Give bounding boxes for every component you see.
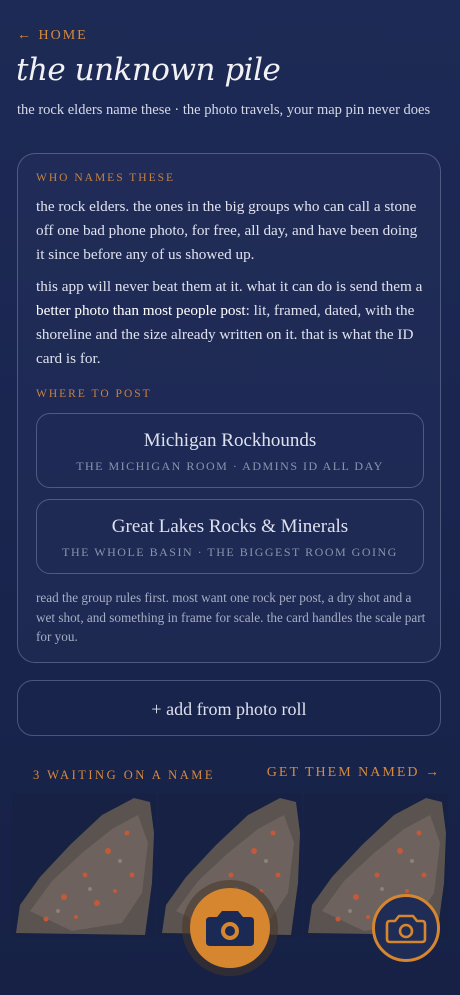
camera-capture-button[interactable] xyxy=(182,880,278,976)
group-name: Great Lakes Rocks & Minerals xyxy=(111,516,349,537)
page-subtitle: the rock elders name these · the photo t… xyxy=(17,102,431,118)
group-link-great-lakes-rocks[interactable]: Great Lakes Rocks & Minerals THE WHOLE B… xyxy=(36,499,424,574)
rock-photo-thumbnail[interactable] xyxy=(12,793,156,938)
who-names-paragraph: the rock elders. the ones in the big gro… xyxy=(36,198,418,263)
back-home-link[interactable]: ← HOME xyxy=(17,28,88,44)
who-names-kicker: WHO NAMES THESE xyxy=(36,172,176,184)
where-to-post-kicker: WHERE TO POST xyxy=(36,388,152,400)
group-link-michigan-rockhounds[interactable]: Michigan Rockhounds THE MICHIGAN ROOM · … xyxy=(36,413,424,488)
page-title: the unknown pile xyxy=(16,52,281,88)
info-card: WHO NAMES THESE the rock elders. the one… xyxy=(17,153,441,663)
camera-capture-button-face xyxy=(190,888,270,968)
purpose-text-start: this app will never beat them at it. wha… xyxy=(36,278,423,295)
app-purpose-paragraph: this app will never beat them at it. wha… xyxy=(36,275,426,371)
camera-icon xyxy=(385,914,427,944)
rock-photo xyxy=(16,798,154,935)
waiting-count-label: 3 WAITING ON A NAME xyxy=(33,768,215,782)
camera-secondary-button[interactable] xyxy=(372,894,440,962)
purpose-text-strong: better photo than most people post xyxy=(36,302,246,319)
add-from-photo-roll-button[interactable]: + add from photo roll xyxy=(17,680,441,736)
group-name: Michigan Rockhounds xyxy=(143,430,317,451)
group-description: THE WHOLE BASIN · THE BIGGEST ROOM GOING xyxy=(62,545,398,559)
posting-tips-note: read the group rules first. most want on… xyxy=(36,590,426,644)
camera-icon xyxy=(206,911,254,946)
group-description: THE MICHIGAN ROOM · ADMINS ID ALL DAY xyxy=(76,459,384,473)
get-them-named-link[interactable]: GET THEM NAMED → xyxy=(267,765,441,781)
